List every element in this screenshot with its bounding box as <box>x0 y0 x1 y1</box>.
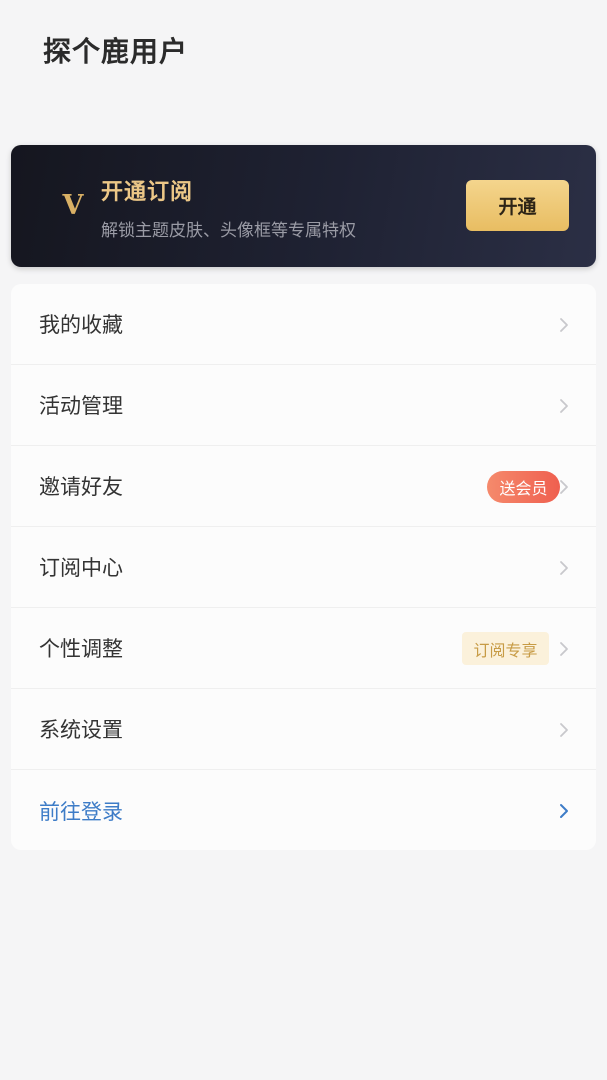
menu-list: 我的收藏 活动管理 邀请好友 送会员 订阅中心 个性调整 订阅专享 系统设置 前… <box>11 284 596 850</box>
menu-item-label: 系统设置 <box>39 718 123 742</box>
login-link: 前往登录 <box>39 799 123 824</box>
subscriber-exclusive-badge: 订阅专享 <box>462 632 549 665</box>
profile-page: 探个鹿用户 V 开通订阅 解锁主题皮肤、头像框等专属特权 开通 我的收藏 活动管… <box>0 0 607 1080</box>
subscription-card[interactable]: V 开通订阅 解锁主题皮肤、头像框等专属特权 开通 <box>11 145 596 267</box>
menu-item-invite-friends[interactable]: 邀请好友 送会员 <box>11 446 596 527</box>
menu-item-favorites[interactable]: 我的收藏 <box>11 284 596 365</box>
chevron-right-icon <box>558 721 570 739</box>
chevron-right-icon <box>558 640 570 658</box>
subscription-subtitle: 解锁主题皮肤、头像框等专属特权 <box>101 221 356 241</box>
vip-badge-icon: V <box>62 189 84 221</box>
chevron-right-icon <box>558 802 570 820</box>
free-membership-badge: 送会员 <box>487 471 560 503</box>
chevron-right-icon <box>558 397 570 415</box>
page-title: 探个鹿用户 <box>43 35 189 68</box>
subscribe-button[interactable]: 开通 <box>466 180 569 231</box>
menu-item-login[interactable]: 前往登录 <box>11 770 596 850</box>
menu-item-personalization[interactable]: 个性调整 订阅专享 <box>11 608 596 689</box>
menu-item-label: 我的收藏 <box>39 313 123 337</box>
chevron-right-icon <box>558 559 570 577</box>
menu-item-label: 个性调整 <box>39 637 123 661</box>
menu-item-activity-management[interactable]: 活动管理 <box>11 365 596 446</box>
chevron-right-icon <box>558 316 570 334</box>
chevron-right-icon <box>558 478 570 496</box>
menu-item-label: 邀请好友 <box>39 475 123 499</box>
subscription-title: 开通订阅 <box>101 180 194 205</box>
menu-item-label: 订阅中心 <box>39 556 123 580</box>
menu-item-subscription-center[interactable]: 订阅中心 <box>11 527 596 608</box>
menu-item-label: 活动管理 <box>39 394 123 418</box>
menu-item-system-settings[interactable]: 系统设置 <box>11 689 596 770</box>
